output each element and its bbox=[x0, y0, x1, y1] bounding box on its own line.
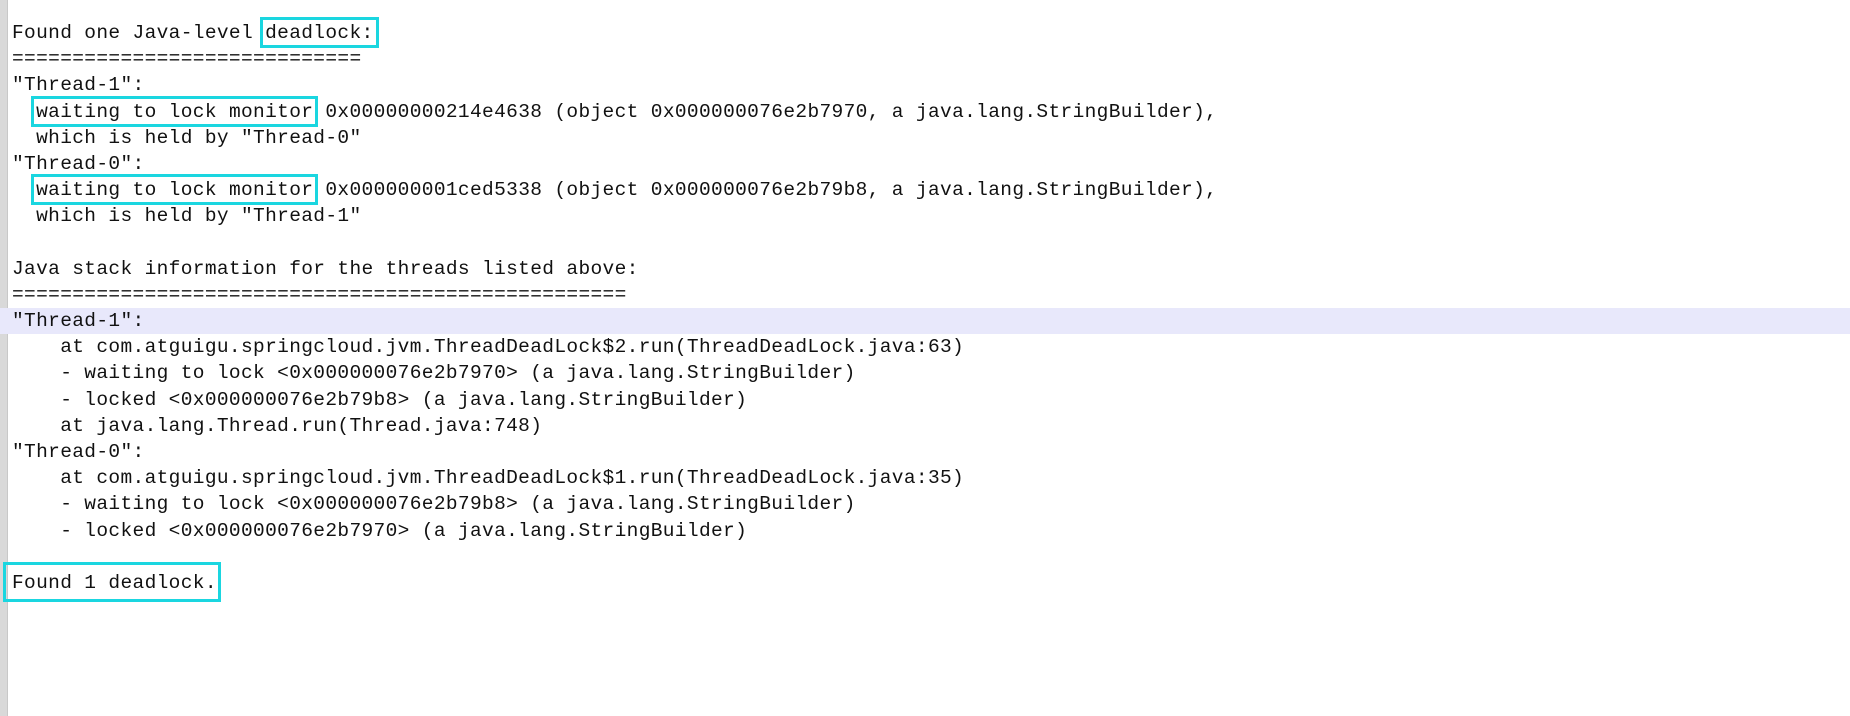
log-line-thread0-label: "Thread-0": bbox=[12, 152, 145, 175]
log-line-blank-2 bbox=[0, 544, 1850, 570]
log-line-stack-thread1-label: "Thread-1": bbox=[0, 308, 1850, 335]
log-line-separator-1: ============================= bbox=[12, 48, 362, 71]
log-line-thread1-held-by: which is held by "Thread-0" bbox=[12, 126, 362, 149]
header-text: Found one Java-level bbox=[12, 22, 266, 44]
log-line-separator-2: ========================================… bbox=[12, 283, 627, 306]
log-line-thread1-label: "Thread-1": bbox=[12, 74, 145, 97]
log-line-stack-thread1-waiting: - waiting to lock <0x000000076e2b7970> (… bbox=[12, 362, 856, 385]
log-line-stack-thread0-frame-1: at com.atguigu.springcloud.jvm.ThreadDea… bbox=[12, 467, 965, 490]
log-line-thread0-waiting: waiting to lock monitor 0x000000001ced53… bbox=[0, 174, 1850, 206]
log-line-stack-thread0-locked: - locked <0x000000076e2b7970> (a java.la… bbox=[12, 519, 748, 542]
log-line-stack-info-title: Java stack information for the threads l… bbox=[12, 257, 639, 280]
annotation-box-waiting-monitor-1: waiting to lock monitor bbox=[31, 95, 319, 127]
log-line-footer: Found 1 deadlock. bbox=[0, 561, 1850, 603]
log-line-stack-thread0-label: "Thread-0": bbox=[12, 441, 145, 463]
log-line-thread1-waiting: waiting to lock monitor 0x00000000214e46… bbox=[0, 95, 1850, 127]
thread1-monitor-detail: 0x00000000214e4638 (object 0x000000076e2… bbox=[313, 100, 1218, 123]
log-line-stack-thread1-frame-2: at java.lang.Thread.run(Thread.java:748) bbox=[12, 414, 543, 437]
log-line-stack-thread0-waiting: - waiting to lock <0x000000076e2b79b8> (… bbox=[12, 493, 856, 516]
jstack-console-output: Found one Java-level deadlock: =========… bbox=[0, 0, 1850, 716]
deadlock-log-body: Found one Java-level deadlock: =========… bbox=[0, 0, 1850, 603]
annotation-box-deadlock-keyword: deadlock: bbox=[260, 16, 380, 49]
annotation-box-waiting-monitor-2: waiting to lock monitor bbox=[31, 174, 319, 206]
log-line-stack-thread1-locked: - locked <0x000000076e2b79b8> (a java.la… bbox=[12, 388, 748, 411]
log-line-thread0-held-by: which is held by "Thread-1" bbox=[12, 205, 362, 228]
annotation-box-found-deadlock: Found 1 deadlock. bbox=[3, 561, 221, 603]
log-line-header: Found one Java-level deadlock: bbox=[0, 16, 1850, 49]
log-line-stack-thread1-frame-1: at com.atguigu.springcloud.jvm.ThreadDea… bbox=[12, 336, 965, 359]
log-line-blank-1 bbox=[0, 230, 1850, 256]
thread0-monitor-detail: 0x000000001ced5338 (object 0x000000076e2… bbox=[313, 179, 1218, 202]
